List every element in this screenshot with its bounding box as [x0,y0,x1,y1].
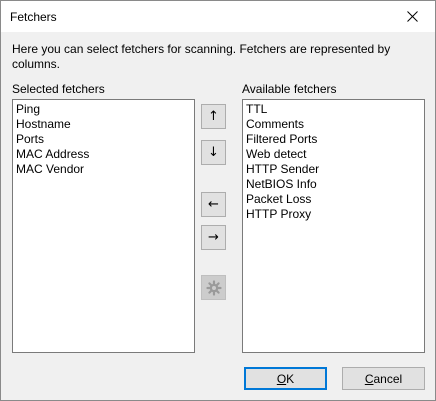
list-item[interactable]: NetBIOS Info [246,177,424,192]
dialog-description: Here you can select fetchers for scannin… [12,42,391,71]
cancel-button[interactable]: Cancel [342,367,425,390]
ok-label: K [286,371,295,386]
close-button[interactable] [389,1,435,32]
cancel-label: ancel [373,371,403,386]
add-fetcher-button[interactable]: ← [201,192,226,217]
title-bar[interactable]: Fetchers [1,1,435,32]
move-down-button[interactable]: ↓ [201,140,226,165]
list-item[interactable]: Hostname [16,117,194,132]
available-fetchers-label: Available fetchers [242,82,337,96]
remove-fetcher-button[interactable]: → [201,225,226,250]
gear-icon [205,279,222,296]
close-icon [406,11,418,22]
selected-fetchers-list[interactable]: Ping Hostname Ports MAC Address MAC Vendor [12,99,195,353]
ok-mnemonic: O [276,371,287,386]
fetchers-dialog: Fetchers Here you can select fetchers fo… [0,0,436,401]
list-item[interactable]: HTTP Proxy [246,207,424,222]
list-item[interactable]: MAC Address [16,147,194,162]
list-item[interactable]: Web detect [246,147,424,162]
arrow-right-icon: → [208,230,219,245]
arrow-up-icon: ↑ [208,109,219,124]
list-item[interactable]: Packet Loss [246,192,424,207]
available-fetchers-list[interactable]: TTL Comments Filtered Ports Web detect HTTP … [242,99,425,353]
list-item[interactable]: Ports [16,132,194,147]
fetcher-settings-button[interactable] [201,275,226,300]
arrow-left-icon: ← [208,197,219,212]
ok-button[interactable]: OK [244,367,327,390]
list-item[interactable]: Ping [16,102,194,117]
list-item[interactable]: MAC Vendor [16,162,194,177]
arrow-down-icon: ↓ [208,145,219,160]
cancel-mnemonic: C [364,371,374,386]
list-item[interactable]: Comments [246,117,424,132]
window-title: Fetchers [10,10,57,24]
list-item[interactable]: TTL [246,102,424,117]
list-item[interactable]: Filtered Ports [246,132,424,147]
list-item[interactable]: HTTP Sender [246,162,424,177]
move-up-button[interactable]: ↑ [201,104,226,129]
selected-fetchers-label: Selected fetchers [12,82,105,96]
